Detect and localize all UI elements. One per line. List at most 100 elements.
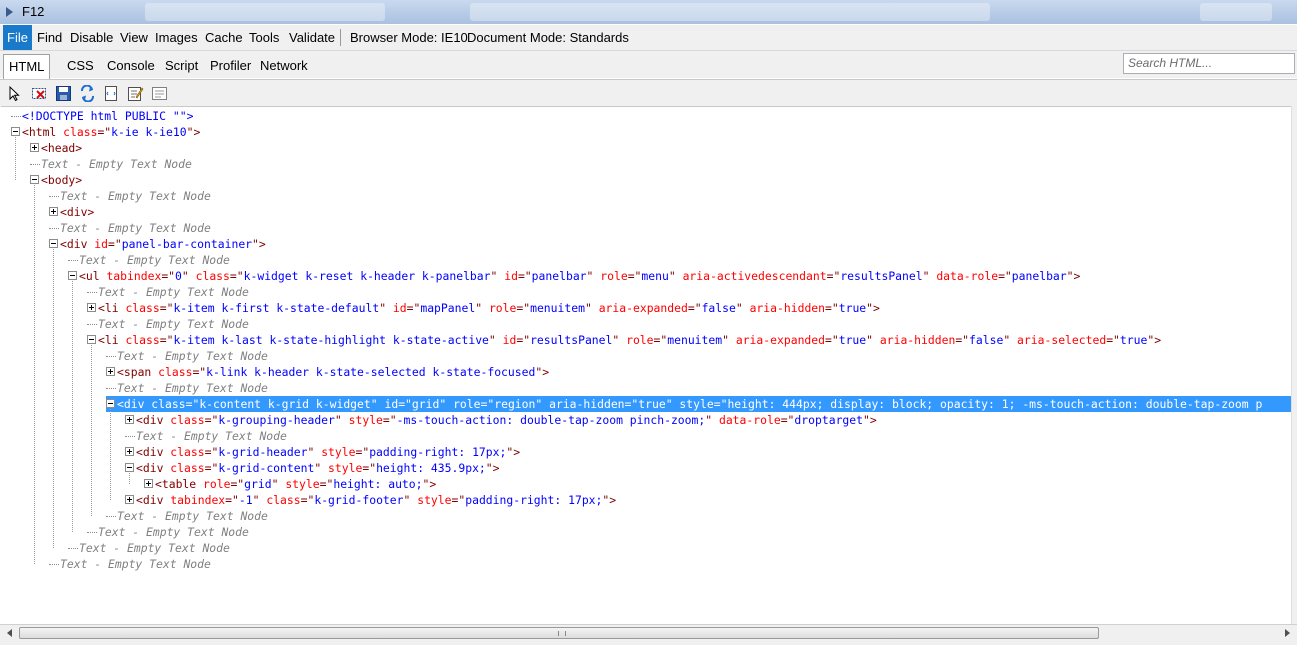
tree-node[interactable]: <div class="k-grid-header" style="paddin… xyxy=(125,444,520,460)
expand-icon[interactable] xyxy=(144,479,153,488)
expand-icon[interactable] xyxy=(87,303,96,312)
selected-tree-node[interactable]: <div class="k-content k-grid k-widget" i… xyxy=(106,396,1291,412)
node-token: height: auto; xyxy=(333,477,423,491)
tree-node[interactable]: <html class="k-ie k-ie10"> xyxy=(11,124,200,140)
tree-node[interactable]: Text - Empty Text Node xyxy=(68,252,230,268)
edit-icon[interactable] xyxy=(127,85,144,102)
node-token: class xyxy=(170,461,205,475)
node-token: <div xyxy=(136,461,171,475)
tree-node[interactable]: Text - Empty Text Node xyxy=(106,348,268,364)
node-token: role xyxy=(453,397,481,411)
collapse-icon[interactable] xyxy=(68,271,77,280)
scrollbar-thumb[interactable] xyxy=(19,627,1099,639)
menu-file[interactable]: File xyxy=(3,25,32,50)
vertical-scrollbar[interactable] xyxy=(1291,106,1297,624)
tree-node[interactable]: Text - Empty Text Node xyxy=(87,524,249,540)
tree-node[interactable]: Text - Empty Text Node xyxy=(68,540,230,556)
expand-icon[interactable] xyxy=(125,415,134,424)
tree-node[interactable]: <div> xyxy=(49,204,94,220)
tab-profiler[interactable]: Profiler xyxy=(205,54,256,78)
node-token: grid xyxy=(411,397,440,411)
menu-validate[interactable]: Validate xyxy=(285,25,339,50)
node-token: "> xyxy=(863,413,877,427)
node-token: "> xyxy=(535,365,550,379)
tree-node[interactable]: <li class="k-item k-last k-state-highlig… xyxy=(87,332,1161,348)
node-token: padding-right: 17px; xyxy=(465,493,603,507)
tree-node[interactable]: Text - Empty Text Node xyxy=(106,508,268,524)
menu-tools[interactable]: Tools xyxy=(245,25,283,50)
tree-node[interactable]: Text - Empty Text Node xyxy=(125,428,287,444)
background-window-ghost xyxy=(470,3,990,21)
tree-node[interactable]: Text - Empty Text Node xyxy=(106,380,268,396)
tab-css[interactable]: CSS xyxy=(62,54,99,78)
tab-html[interactable]: HTML xyxy=(3,54,51,79)
tree-node[interactable]: Text - Empty Text Node xyxy=(49,220,211,236)
scroll-left-arrow-icon[interactable] xyxy=(7,629,12,637)
tree-node[interactable]: Text - Empty Text Node xyxy=(49,556,211,572)
document-mode-menu[interactable]: Document Mode: Standards xyxy=(463,25,633,50)
scroll-right-arrow-icon[interactable] xyxy=(1285,629,1290,637)
tab-console[interactable]: Console xyxy=(102,54,160,78)
node-token: =" xyxy=(204,413,219,427)
node-token: " xyxy=(612,333,627,347)
tree-node[interactable]: Text - Empty Text Node xyxy=(87,284,249,300)
tree-node[interactable]: <div class="k-grid-content" style="heigh… xyxy=(125,460,500,476)
tree-node[interactable]: Text - Empty Text Node xyxy=(30,156,192,172)
node-token: =" xyxy=(204,461,219,475)
collapse-icon[interactable] xyxy=(30,175,39,184)
tree-connector xyxy=(106,387,116,390)
tree-node[interactable]: <div id="panel-bar-container"> xyxy=(49,236,266,252)
node-token: <div xyxy=(136,413,171,427)
menu-disable[interactable]: Disable xyxy=(66,25,117,50)
clear-outline-icon[interactable] xyxy=(31,85,48,102)
tree-node[interactable]: Text - Empty Text Node xyxy=(87,316,249,332)
horizontal-scrollbar[interactable] xyxy=(0,624,1297,642)
menu-find[interactable]: Find xyxy=(33,25,66,50)
refresh-icon[interactable] xyxy=(79,85,96,102)
node-token: id xyxy=(502,333,517,347)
tree-node[interactable]: Text - Empty Text Node xyxy=(49,188,211,204)
node-token: Text - Empty Text Node xyxy=(60,189,211,203)
tree-node[interactable]: <div class="k-grouping-header" style="-m… xyxy=(125,412,877,428)
tree-node[interactable]: <div tabindex="-1" class="k-grid-footer"… xyxy=(125,492,616,508)
node-token: " xyxy=(866,333,880,347)
tree-node[interactable]: <span class="k-link k-header k-state-sel… xyxy=(106,364,549,380)
attributes-icon[interactable] xyxy=(151,85,168,102)
node-token: panel-bar-container xyxy=(121,237,253,251)
expand-icon[interactable] xyxy=(30,143,39,152)
tree-node[interactable]: <head> xyxy=(30,140,82,156)
tab-network[interactable]: Network xyxy=(255,54,313,78)
tree-node[interactable]: <ul tabindex="0" class="k-widget k-reset… xyxy=(68,268,1080,284)
collapse-icon[interactable] xyxy=(106,399,115,408)
tree-node[interactable]: <table role="grid" style="height: auto;"… xyxy=(144,476,436,492)
expand-icon[interactable] xyxy=(125,495,134,504)
node-token: data-role xyxy=(936,269,999,283)
tree-node[interactable]: <!DOCTYPE html PUBLIC ""> xyxy=(11,108,193,124)
collapse-icon[interactable] xyxy=(11,127,20,136)
node-token: class xyxy=(158,365,193,379)
tree-node[interactable]: <li class="k-item k-first k-state-defaul… xyxy=(87,300,880,316)
save-icon[interactable] xyxy=(55,85,72,102)
tree-guide-line xyxy=(53,249,55,548)
node-token: =" xyxy=(97,125,112,139)
tab-script[interactable]: Script xyxy=(160,54,203,78)
expand-icon[interactable] xyxy=(49,207,58,216)
node-token: " xyxy=(722,333,736,347)
menu-cache[interactable]: Cache xyxy=(201,25,247,50)
node-token: =" xyxy=(355,445,370,459)
select-element-icon[interactable] xyxy=(7,85,24,102)
browser-mode-menu[interactable]: Browser Mode: IE10 xyxy=(346,25,472,50)
node-token: mapPanel xyxy=(420,301,476,315)
collapse-icon[interactable] xyxy=(125,463,134,472)
expand-icon[interactable] xyxy=(125,447,134,456)
tree-node[interactable]: <body> xyxy=(30,172,82,188)
menu-images[interactable]: Images xyxy=(151,25,202,50)
dom-tree[interactable]: <!DOCTYPE html PUBLIC ""> <html class="k-… xyxy=(1,106,1291,625)
search-html-input[interactable]: Search HTML... xyxy=(1123,53,1295,74)
node-token: Text - Empty Text Node xyxy=(117,509,268,523)
collapse-icon[interactable] xyxy=(87,335,96,344)
menu-view[interactable]: View xyxy=(116,25,152,50)
expand-icon[interactable] xyxy=(106,367,115,376)
collapse-icon[interactable] xyxy=(49,239,58,248)
word-wrap-icon[interactable] xyxy=(103,85,120,102)
